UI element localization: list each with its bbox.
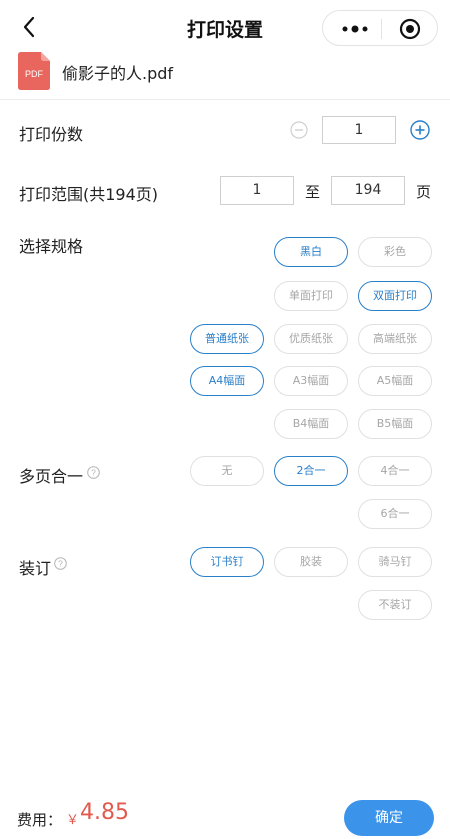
option-combine-none[interactable]: 无	[190, 456, 264, 486]
option-combine-6in1[interactable]: 6合一	[358, 499, 432, 529]
option-color[interactable]: 彩色	[358, 237, 432, 267]
option-size-a3[interactable]: A3幅面	[274, 366, 348, 396]
svg-text:?: ?	[58, 559, 63, 569]
mini-program-capsule	[322, 10, 438, 46]
option-paper-premium[interactable]: 高端纸张	[358, 324, 432, 354]
option-size-b4[interactable]: B4幅面	[274, 409, 348, 439]
fee-label: 费用：	[17, 811, 63, 829]
decrease-copies-icon[interactable]	[290, 121, 308, 139]
option-binding-saddle[interactable]: 骑马钉	[358, 547, 432, 577]
svg-text:?: ?	[91, 468, 96, 478]
file-name: 偷影子的人.pdf	[62, 64, 174, 83]
divider	[0, 99, 450, 100]
option-black-white[interactable]: 黑白	[274, 237, 348, 267]
multipage-label: 多页合一	[19, 467, 84, 486]
option-size-a5[interactable]: A5幅面	[358, 366, 432, 396]
file-info: PDF 偷影子的人.pdf	[0, 50, 450, 100]
option-paper-normal[interactable]: 普通纸张	[190, 324, 264, 354]
nav-bar: 打印设置	[0, 0, 450, 56]
confirm-button[interactable]: 确定	[344, 800, 434, 836]
close-miniprogram-icon[interactable]	[399, 18, 421, 40]
option-double-sided[interactable]: 双面打印	[358, 281, 432, 311]
copies-input[interactable]: 1	[322, 116, 396, 144]
binding-label: 装订	[19, 559, 52, 578]
increase-copies-icon[interactable]	[410, 120, 430, 140]
fee-amount: 4.85	[80, 800, 129, 825]
range-to-input[interactable]: 194	[331, 176, 405, 205]
pdf-file-icon: PDF	[18, 52, 50, 90]
fee-currency: ￥	[66, 813, 80, 828]
option-combine-4in1[interactable]: 4合一	[358, 456, 432, 486]
more-icon[interactable]	[337, 19, 373, 39]
option-binding-glue[interactable]: 胶装	[274, 547, 348, 577]
option-size-b5[interactable]: B5幅面	[358, 409, 432, 439]
option-single-sided[interactable]: 单面打印	[274, 281, 348, 311]
multipage-help-icon[interactable]: ?	[87, 466, 100, 479]
binding-help-icon[interactable]: ?	[54, 557, 67, 570]
range-to-text: 至	[305, 183, 321, 201]
option-size-a4[interactable]: A4幅面	[190, 366, 264, 396]
copies-label: 打印份数	[19, 125, 84, 144]
range-label: 打印范围(共194页)	[19, 185, 159, 204]
spec-label: 选择规格	[19, 237, 84, 256]
option-paper-quality[interactable]: 优质纸张	[274, 324, 348, 354]
range-unit-text: 页	[416, 183, 432, 201]
capsule-divider	[381, 19, 382, 39]
svg-text:PDF: PDF	[25, 69, 44, 79]
option-binding-none[interactable]: 不装订	[358, 590, 432, 620]
range-from-input[interactable]: 1	[220, 176, 294, 205]
option-binding-staple[interactable]: 订书钉	[190, 547, 264, 577]
option-combine-2in1[interactable]: 2合一	[274, 456, 348, 486]
